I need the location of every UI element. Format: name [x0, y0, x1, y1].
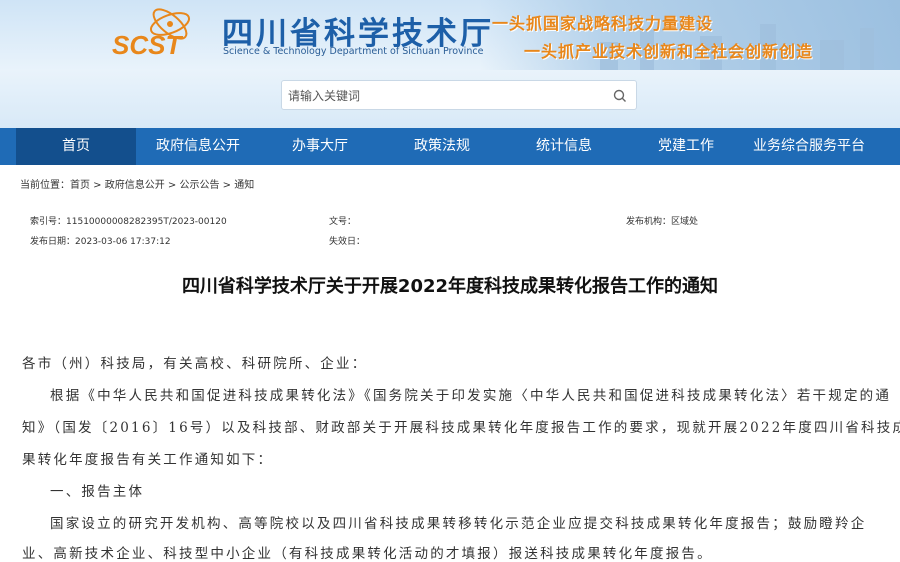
breadcrumb: 当前位置：首页 > 政府信息公开 > 公示公告 > 通知: [20, 176, 254, 191]
skyline-building: [860, 28, 874, 70]
site-header: SCST 四川省科学技术厅 Science & Technology Depar…: [0, 0, 900, 128]
meta-date-value: 2023-03-06 17:37:12: [75, 237, 171, 247]
nav-item-gov-info[interactable]: 政府信息公开: [138, 128, 258, 165]
doc-section-heading: 一、报告主体: [50, 484, 145, 500]
doc-paragraph-line: 果转化年度报告有关工作通知如下：: [22, 452, 274, 468]
breadcrumb-prefix: 当前位置：: [20, 180, 70, 191]
meta-abolished: 失效日：: [329, 234, 365, 247]
logo-text: SCST: [112, 30, 183, 60]
meta-date: 发布日期：2023-03-06 17:37:12: [30, 234, 171, 247]
meta-abolished-label: 失效日：: [329, 237, 366, 247]
document-title: 四川省科学技术厅关于开展2022年度科技成果转化报告工作的通知: [181, 276, 719, 297]
main-nav: 首页 政府信息公开 办事大厅 政策法规 统计信息 党建工作 业务综合服务平台: [0, 128, 900, 165]
nav-item-statistics[interactable]: 统计信息: [504, 128, 624, 165]
search-input[interactable]: [288, 86, 598, 106]
meta-docno-label: 文号：: [329, 217, 357, 227]
breadcrumb-path[interactable]: 首页 > 政府信息公开 > 公示公告 > 通知: [70, 180, 254, 191]
meta-index-label: 索引号：: [30, 217, 67, 227]
nav-item-policies[interactable]: 政策法规: [382, 128, 502, 165]
doc-paragraph-line: 知》（国发〔2016〕16号）以及科技部、财政部关于开展科技成果转化年度报告工作…: [22, 420, 900, 436]
meta-publisher: 发布机构：区域处: [626, 214, 698, 227]
slogan-line-1: 一头抓国家战略科技力量建设: [492, 14, 714, 33]
slogan-line-2: 一头抓产业技术创新和全社会创新创造: [524, 42, 814, 61]
meta-docno: 文号：: [329, 214, 356, 227]
doc-paragraph-line: 业、高新技术企业、科技型中小企业（有科技成果转化活动的才填报）报送科技成果转化年…: [22, 546, 713, 562]
meta-publisher-label: 发布机构：: [626, 217, 672, 227]
meta-index: 索引号：11510000008282395T/2023-00120: [30, 214, 227, 227]
nav-item-service-platform[interactable]: 业务综合服务平台: [746, 128, 872, 165]
doc-paragraph-salutation: 各市（州）科技局，有关高校、科研院所、企业：: [22, 356, 368, 372]
doc-paragraph-line: 根据《中华人民共和国促进科技成果转化法》《国务院关于印发实施〈中华人民共和国促进…: [50, 388, 892, 404]
meta-publisher-value: 区域处: [671, 217, 699, 227]
doc-paragraph-line: 国家设立的研究开发机构、高等院校以及四川省科技成果转移转化示范企业应提交科技成果…: [50, 516, 867, 532]
search-icon[interactable]: [612, 88, 628, 104]
skyline-building: [820, 40, 844, 70]
search-box: [281, 80, 637, 110]
meta-date-label: 发布日期：: [30, 237, 76, 247]
meta-index-value: 11510000008282395T/2023-00120: [66, 217, 227, 227]
site-subtitle: Science & Technology Department of Sichu…: [223, 46, 484, 57]
nav-item-service-hall[interactable]: 办事大厅: [260, 128, 380, 165]
scst-logo[interactable]: SCST: [108, 6, 218, 60]
nav-item-party[interactable]: 党建工作: [626, 128, 746, 165]
nav-item-home[interactable]: 首页: [16, 128, 136, 165]
